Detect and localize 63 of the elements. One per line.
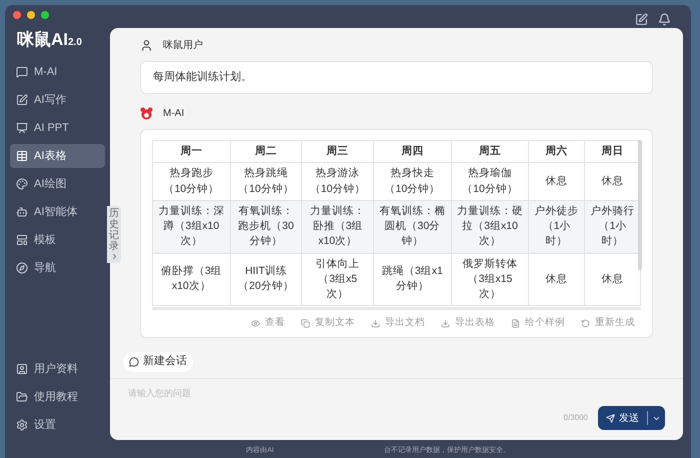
chat-icon — [129, 356, 139, 367]
column-header: 周日 — [584, 140, 640, 162]
table-cell: 有氧训练：椭圆机（30分钟） — [374, 200, 452, 254]
question-input[interactable]: 请输入您的问题 — [128, 386, 665, 400]
send-icon — [606, 414, 615, 422]
compass-icon — [16, 262, 28, 274]
table-cell: 俯卧撑（3组x10次） — [152, 253, 230, 306]
history-tab[interactable]: 历史记录 — [107, 206, 121, 263]
sidebar-item[interactable]: M-AI — [10, 60, 105, 84]
eye-icon — [251, 318, 260, 328]
edit-icon[interactable] — [635, 13, 648, 26]
table-cell: 引体向上（3组x5次） — [302, 253, 374, 306]
sidebar-item[interactable]: 用户资料 — [10, 357, 105, 381]
character-counter: 0/3000 — [564, 412, 588, 424]
sidebar-item[interactable]: 导航 — [10, 256, 105, 280]
send-button[interactable]: 发送 — [598, 406, 665, 430]
refresh-icon — [581, 318, 590, 328]
document-icon — [511, 318, 520, 328]
user-icon — [140, 38, 153, 52]
notification-icon[interactable] — [658, 13, 671, 26]
edit-icon — [16, 94, 28, 106]
table-cell: 有氧训练：跑步机（30分钟） — [230, 200, 302, 254]
sidebar-item[interactable]: 使用教程 — [10, 385, 105, 409]
table-cell: 跳绳（3组x1分钟） — [374, 253, 452, 306]
sidebar-item[interactable]: AI智能体 — [10, 200, 105, 224]
column-header: 周一 — [152, 140, 230, 162]
palette-icon — [16, 178, 28, 190]
folder-icon — [16, 391, 28, 403]
logo-version: 2.0 — [68, 38, 82, 48]
column-header: 周五 — [451, 140, 529, 162]
table-cell: HIIT训练（20分钟） — [230, 253, 302, 306]
download-icon — [371, 318, 380, 328]
table-cell: 力量训练：卧推（3组x10次） — [302, 200, 374, 254]
new-chat-button[interactable]: 新建会话 — [123, 352, 193, 372]
sidebar-item[interactable]: AI PPT — [10, 116, 105, 140]
table-icon — [16, 150, 28, 162]
column-header: 周二 — [230, 140, 302, 162]
column-header: 周四 — [374, 140, 452, 162]
robot-icon — [16, 206, 28, 218]
assistant-name: M-AI — [163, 106, 184, 120]
profile-icon — [16, 363, 28, 375]
sidebar-item[interactable]: AI绘图 — [10, 172, 105, 196]
settings-icon — [16, 419, 28, 431]
chat-icon — [16, 66, 28, 78]
table-cell: 休息 — [528, 253, 585, 306]
column-header: 周六 — [528, 140, 585, 162]
table-cell: 力量训练：硬拉（3组x10次） — [451, 200, 529, 254]
sidebar-item[interactable]: AI表格 — [10, 144, 105, 168]
table-cell: 俄罗斯转体（3组x15次） — [451, 253, 529, 306]
download-icon — [441, 318, 450, 328]
template-icon — [16, 234, 28, 246]
table-cell: 力量训练：深蹲（3组x10次） — [152, 200, 230, 254]
sidebar-item[interactable]: 设置 — [10, 413, 105, 437]
user-message: 每周体能训练计划。 — [140, 61, 653, 94]
sidebar-item[interactable]: 模板 — [10, 228, 105, 252]
copy-icon — [301, 318, 310, 328]
column-header: 周三 — [302, 140, 374, 162]
app-logo: 咪鼠AI — [17, 31, 68, 48]
bear-logo-icon — [140, 106, 153, 120]
sidebar-item[interactable]: AI写作 — [10, 88, 105, 112]
user-name: 咪鼠用户 — [163, 38, 203, 52]
table-cell: 户外徒步（1小时） — [528, 200, 585, 254]
slides-icon — [16, 122, 28, 134]
